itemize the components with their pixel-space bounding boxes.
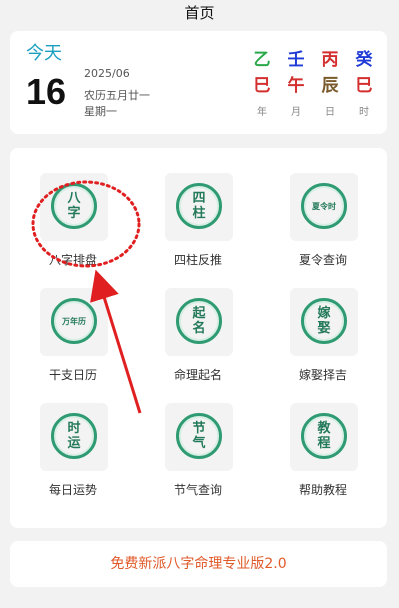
pillar-stem: 壬	[287, 50, 305, 70]
seal-char: 字	[67, 206, 81, 221]
tool-bangzhu-jiaocheng[interactable]: 教 程 帮助教程	[278, 403, 368, 513]
seal-char: 气	[192, 436, 206, 451]
tool-meiri-yunshi[interactable]: 时 运 每日运势	[28, 403, 118, 513]
qiming-seal-icon: 起 名	[176, 298, 222, 344]
seal-char: 嫁	[317, 306, 331, 321]
tool-mingli-qiming[interactable]: 起 名 命理起名	[153, 288, 243, 398]
xialingshi-seal-icon: 夏令时	[301, 183, 347, 229]
date-card: 今天 16 2025/06 农历五月廿一 星期一 乙 巳 年 壬 午 月 丙 辰…	[10, 31, 387, 134]
seal-char: 教	[317, 421, 331, 436]
tool-tile[interactable]: 四 柱	[165, 173, 233, 241]
tool-jieqi-chaxun[interactable]: 节 气 节气查询	[153, 403, 243, 513]
tool-tile[interactable]: 八 字	[40, 173, 108, 241]
shiyun-seal-icon: 时 运	[51, 413, 97, 459]
pillar-label: 时	[359, 107, 369, 118]
pillar-branch: 辰	[321, 76, 339, 96]
wannianli-seal-icon: 万年历	[51, 298, 97, 344]
tool-tile[interactable]: 夏令时	[290, 173, 358, 241]
tool-label: 四柱反推	[173, 253, 222, 267]
seal-char: 柱	[192, 206, 206, 221]
pillar-stem: 乙	[253, 50, 271, 70]
day-number: 16	[26, 71, 67, 112]
seal-char: 娶	[317, 321, 331, 336]
seal-char: 运	[67, 436, 81, 451]
tool-tile[interactable]: 时 运	[40, 403, 108, 471]
tool-label: 八字排盘	[48, 253, 97, 267]
year-month: 2025/06	[84, 67, 130, 80]
jiaocheng-seal-icon: 教 程	[301, 413, 347, 459]
tool-tile[interactable]: 教 程	[290, 403, 358, 471]
tools-grid: 八 字 八字排盘 四 柱 四柱反推 夏令时 夏令查询 万年历 干支日历 起 名 …	[10, 148, 387, 528]
four-pillars: 乙 巳 年 壬 午 月 丙 辰 日 癸 巳 时	[247, 47, 379, 118]
seal-char: 八	[67, 191, 81, 206]
sizhu-seal-icon: 四 柱	[176, 183, 222, 229]
tool-label: 干支日历	[48, 368, 97, 382]
today-label: 今天	[26, 43, 62, 64]
weekday: 星期一	[84, 105, 117, 118]
seal-char: 名	[192, 321, 206, 336]
tool-label: 嫁娶择吉	[298, 368, 347, 382]
seal-char: 时	[67, 421, 81, 436]
seal-char: 万年历	[62, 315, 86, 326]
pillar-hour: 癸 巳 时	[349, 47, 379, 118]
tool-xialing-chaxun[interactable]: 夏令时 夏令查询	[278, 173, 368, 283]
pillar-branch: 巳	[253, 76, 271, 96]
tool-label: 每日运势	[48, 483, 97, 497]
pillar-branch: 巳	[355, 76, 373, 96]
pillar-label: 日	[325, 107, 335, 118]
pillar-branch: 午	[287, 76, 305, 96]
top-bar: 首页	[0, 0, 399, 28]
pillar-stem: 丙	[321, 50, 339, 70]
seal-char: 节	[192, 421, 206, 436]
seal-char: 程	[317, 436, 331, 451]
tool-label: 节气查询	[173, 483, 222, 497]
tool-sizhu-fantui[interactable]: 四 柱 四柱反推	[153, 173, 243, 283]
tool-bazi-paipan[interactable]: 八 字 八字排盘	[28, 173, 118, 283]
jieqi-seal-icon: 节 气	[176, 413, 222, 459]
tool-jiaqu-zeji[interactable]: 嫁 娶 嫁娶择吉	[278, 288, 368, 398]
seal-char: 四	[192, 191, 206, 206]
pillar-year: 乙 巳 年	[247, 47, 277, 118]
tool-ganzhi-rili[interactable]: 万年历 干支日历	[28, 288, 118, 398]
bazi-seal-icon: 八 字	[51, 183, 97, 229]
pillar-stem: 癸	[355, 50, 373, 70]
pillar-day: 丙 辰 日	[315, 47, 345, 118]
tool-label: 夏令查询	[298, 253, 347, 267]
promo-banner[interactable]: 免费新派八字命理专业版2.0	[10, 541, 387, 587]
seal-char: 起	[192, 306, 206, 321]
jiaqu-seal-icon: 嫁 娶	[301, 298, 347, 344]
tool-tile[interactable]: 节 气	[165, 403, 233, 471]
lunar-date: 农历五月廿一	[84, 89, 150, 102]
pillar-month: 壬 午 月	[281, 47, 311, 118]
pillar-label: 年	[257, 107, 267, 118]
seal-char: 夏令时	[312, 200, 336, 211]
page-title: 首页	[184, 4, 215, 22]
tool-label: 命理起名	[173, 368, 222, 382]
tool-label: 帮助教程	[298, 483, 347, 497]
tool-tile[interactable]: 起 名	[165, 288, 233, 356]
tool-tile[interactable]: 万年历	[40, 288, 108, 356]
tool-tile[interactable]: 嫁 娶	[290, 288, 358, 356]
pillar-label: 月	[291, 107, 301, 118]
